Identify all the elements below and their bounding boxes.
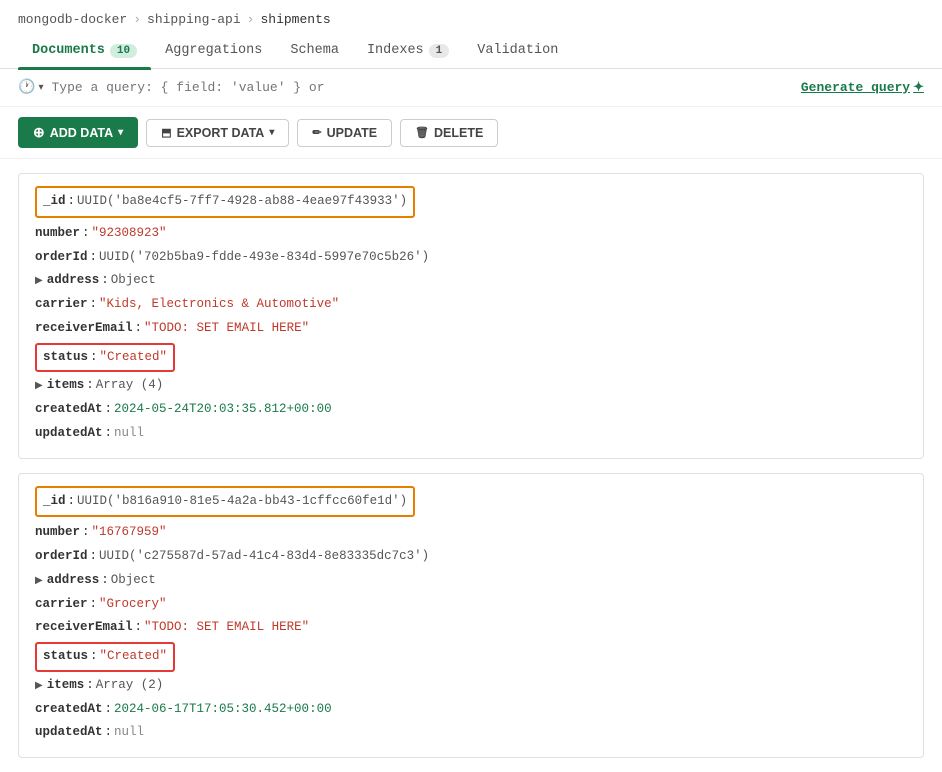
add-data-chevron-icon: ▾ <box>118 127 123 138</box>
doc2-createdat-value[interactable]: 2024-06-17T17:05:30.452+00:00 <box>114 698 332 722</box>
tab-indexes-badge: 1 <box>429 44 450 58</box>
doc2-status-row: status : "Created" <box>35 642 175 672</box>
doc2-createdat-field: createdAt : 2024-06-17T17:05:30.452+00:0… <box>35 698 907 722</box>
breadcrumb-part-2[interactable]: shipping-api <box>147 12 241 27</box>
breadcrumb-part-1[interactable]: mongodb-docker <box>18 12 127 27</box>
doc1-items-expand[interactable]: ▶ <box>35 377 43 396</box>
update-label: UPDATE <box>327 126 377 140</box>
doc2-carrier-value: "Grocery" <box>99 593 167 617</box>
trash-icon: 🗑 <box>415 126 429 139</box>
clock-button[interactable]: 🕐 ▾ <box>18 79 43 96</box>
doc2-number-value: "16767959" <box>92 521 167 545</box>
tab-documents-label: Documents <box>32 43 105 58</box>
add-data-button[interactable]: ⊕ ADD DATA ▾ <box>18 117 138 148</box>
doc1-updatedat-value: null <box>114 422 144 446</box>
doc1-status-row: status : "Created" <box>35 343 175 373</box>
doc1-address-type: Object <box>111 269 156 293</box>
doc1-orderid-value: UUID('702b5ba9-fdde-493e-834d-5997e70c5b… <box>99 246 429 270</box>
delete-button[interactable]: 🗑 DELETE <box>400 119 498 147</box>
breadcrumb-sep-2: › <box>247 12 255 27</box>
sparkle-icon: ✦ <box>913 80 924 95</box>
breadcrumb-sep-1: › <box>133 12 141 27</box>
doc2-receiveremail-value: "TODO: SET EMAIL HERE" <box>144 616 309 640</box>
tab-schema-label: Schema <box>290 43 339 58</box>
doc2-id-row: _id : UUID('b816a910-81e5-4a2a-bb43-1cff… <box>35 486 415 518</box>
doc1-address-expand[interactable]: ▶ <box>35 272 43 291</box>
doc2-items-value: Array (2) <box>96 674 164 698</box>
doc1-id-key: _id <box>43 190 66 214</box>
tab-documents-badge: 10 <box>110 44 137 58</box>
doc1-items-field: ▶ items : Array (4) <box>35 374 907 398</box>
doc2-carrier-field: carrier : "Grocery" <box>35 593 907 617</box>
doc2-items-field: ▶ items : Array (2) <box>35 674 907 698</box>
update-button[interactable]: ✏ UPDATE <box>297 119 392 147</box>
doc2-address-type: Object <box>111 569 156 593</box>
doc1-id-uuid: UUID('ba8e4cf5-7ff7-4928-ab88-4eae97f439… <box>77 190 407 214</box>
breadcrumb-part-3: shipments <box>260 12 330 27</box>
doc1-carrier-field: carrier : "Kids, Electronics & Automotiv… <box>35 293 907 317</box>
document-card-1: _id : UUID('ba8e4cf5-7ff7-4928-ab88-4eae… <box>18 173 924 459</box>
doc1-updatedat-field: updatedAt : null <box>35 422 907 446</box>
export-data-label: EXPORT DATA <box>177 126 265 140</box>
doc1-id-row: _id : UUID('ba8e4cf5-7ff7-4928-ab88-4eae… <box>35 186 415 218</box>
tab-indexes[interactable]: Indexes 1 <box>353 35 463 68</box>
doc2-orderid-value: UUID('c275587d-57ad-41c4-83d4-8e83335dc7… <box>99 545 429 569</box>
doc1-number-value: "92308923" <box>92 222 167 246</box>
doc2-items-expand[interactable]: ▶ <box>35 677 43 696</box>
doc2-address-field: ▶ address : Object <box>35 569 907 593</box>
query-input[interactable] <box>51 80 792 95</box>
doc2-number-field: number : "16767959" <box>35 521 907 545</box>
doc1-items-value: Array (4) <box>96 374 164 398</box>
clock-dropdown-arrow: ▾ <box>38 82 43 94</box>
toolbar: ⊕ ADD DATA ▾ ⬒ EXPORT DATA ▾ ✏ UPDATE 🗑 … <box>0 107 942 159</box>
doc2-id-key: _id <box>43 490 66 514</box>
doc1-createdat-field: createdAt : 2024-05-24T20:03:35.812+00:0… <box>35 398 907 422</box>
generate-query-link[interactable]: Generate query ✦ <box>801 80 924 95</box>
doc2-orderid-field: orderId : UUID('c275587d-57ad-41c4-83d4-… <box>35 545 907 569</box>
breadcrumb: mongodb-docker › shipping-api › shipment… <box>0 0 942 35</box>
doc2-updatedat-field: updatedAt : null <box>35 721 907 745</box>
tab-validation-label: Validation <box>477 43 558 58</box>
doc1-receiveremail-field: receiverEmail : "TODO: SET EMAIL HERE" <box>35 317 907 341</box>
doc2-receiveremail-field: receiverEmail : "TODO: SET EMAIL HERE" <box>35 616 907 640</box>
tab-aggregations[interactable]: Aggregations <box>151 35 276 68</box>
doc2-status-value: "Created" <box>100 645 168 669</box>
pencil-icon: ✏ <box>312 126 321 139</box>
doc2-address-expand[interactable]: ▶ <box>35 572 43 591</box>
export-chevron-icon: ▾ <box>269 127 274 138</box>
tabs-bar: Documents 10 Aggregations Schema Indexes… <box>0 35 942 69</box>
doc1-orderid-field: orderId : UUID('702b5ba9-fdde-493e-834d-… <box>35 246 907 270</box>
export-icon: ⬒ <box>161 126 171 139</box>
doc1-createdat-value[interactable]: 2024-05-24T20:03:35.812+00:00 <box>114 398 332 422</box>
doc1-status-value: "Created" <box>100 346 168 370</box>
query-bar: 🕐 ▾ Generate query ✦ <box>0 69 942 107</box>
doc1-number-field: number : "92308923" <box>35 222 907 246</box>
doc1-address-field: ▶ address : Object <box>35 269 907 293</box>
clock-icon: 🕐 <box>18 79 35 96</box>
doc1-receiveremail-value: "TODO: SET EMAIL HERE" <box>144 317 309 341</box>
tab-aggregations-label: Aggregations <box>165 43 262 58</box>
plus-icon: ⊕ <box>33 124 45 141</box>
generate-query-label: Generate query <box>801 80 910 95</box>
tab-validation[interactable]: Validation <box>463 35 572 68</box>
documents-area: _id : UUID('ba8e4cf5-7ff7-4928-ab88-4eae… <box>0 159 942 772</box>
document-card-2: _id : UUID('b816a910-81e5-4a2a-bb43-1cff… <box>18 473 924 759</box>
delete-label: DELETE <box>434 126 483 140</box>
doc2-updatedat-value: null <box>114 721 144 745</box>
doc2-id-uuid: UUID('b816a910-81e5-4a2a-bb43-1cffcc60fe… <box>77 490 407 514</box>
tab-documents[interactable]: Documents 10 <box>18 35 151 68</box>
export-data-button[interactable]: ⬒ EXPORT DATA ▾ <box>146 119 289 147</box>
add-data-label: ADD DATA <box>50 126 113 140</box>
tab-indexes-label: Indexes <box>367 43 424 58</box>
tab-schema[interactable]: Schema <box>276 35 353 68</box>
doc1-carrier-value: "Kids, Electronics & Automotive" <box>99 293 339 317</box>
